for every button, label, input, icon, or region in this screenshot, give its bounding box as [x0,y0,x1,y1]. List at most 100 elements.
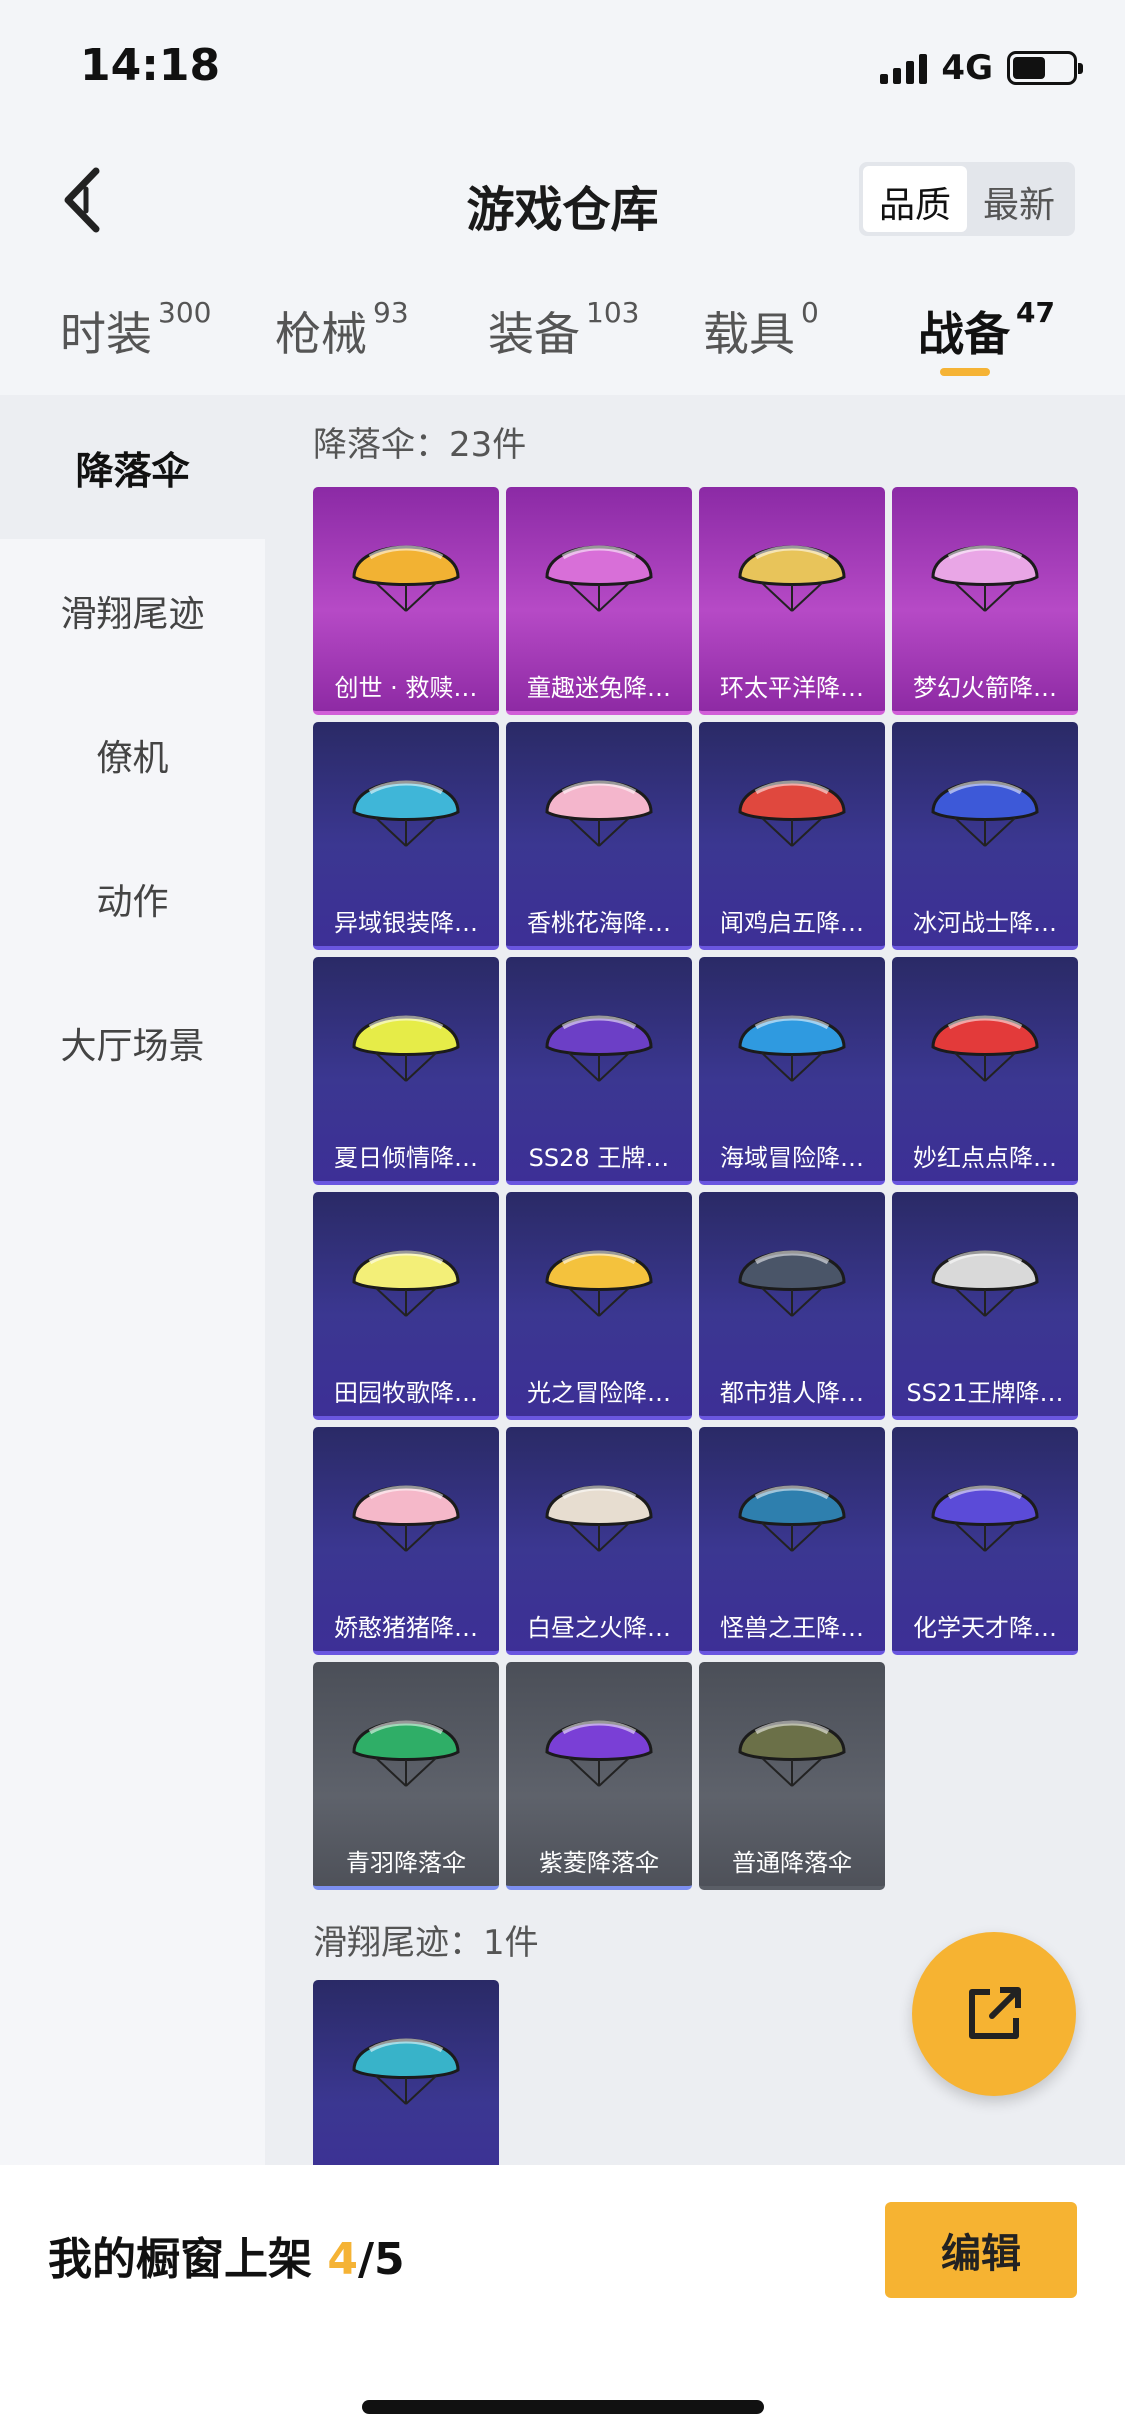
item-card[interactable]: 青羽降落伞 [313,1662,499,1890]
item-name: 冰河战士降… [913,909,1057,937]
item-card[interactable]: SS21王牌降… [892,1192,1078,1420]
parachute-icon [931,1250,1039,1317]
sidebar-item-emote[interactable]: 动作 [0,827,265,971]
showcase-total: /5 [357,2234,405,2285]
sidebar-item-wingman[interactable]: 僚机 [0,683,265,827]
parachute-icon [738,1720,846,1787]
parachute-icon [931,1485,1039,1552]
category-tabs: 时装 300 枪械 93 装备 103 载具 0 战备 47 [0,270,1125,395]
tab-label: 载具 [703,307,795,361]
tab-equipment[interactable]: 装备 103 [488,296,640,364]
item-card[interactable]: 怪兽之王降… [699,1427,885,1655]
parachute-icon [738,780,846,847]
item-card[interactable]: 都市猎人降… [699,1192,885,1420]
tab-label: 时装 [60,307,152,361]
showcase-count: 4 [327,2234,358,2285]
sidebar-item-parachute[interactable]: 降落伞 [0,395,265,539]
parachute-icon [352,780,460,847]
tab-label: 战备 [918,307,1010,361]
network-type: 4G [941,48,993,88]
item-card[interactable]: 创世 · 救赎… [313,487,499,715]
tab-fashion[interactable]: 时装 300 [60,296,212,364]
battery-icon [1007,51,1083,85]
sidebar-item-glide-trail[interactable]: 滑翔尾迹 [0,539,265,683]
parachute-icon [352,2038,460,2105]
parachute-icon [352,1720,460,1787]
item-card[interactable]: 环太平洋降… [699,487,885,715]
item-name: SS21王牌降… [906,1379,1064,1407]
item-name: 化学天才降… [913,1614,1057,1642]
item-card[interactable]: SS28 王牌… [506,957,692,1185]
item-name: 闻鸡启五降… [720,909,864,937]
item-name: 夏日倾情降… [334,1144,478,1172]
item-card[interactable]: 妙红点点降… [892,957,1078,1185]
status-time: 14:18 [80,40,221,91]
item-card[interactable]: 夏日倾情降… [313,957,499,1185]
parachute-icon [738,1485,846,1552]
parachute-grid: 创世 · 救赎… 童趣迷兔降… 环太平洋降… 梦幻火箭降… 异域银装降… 香桃花海降… 闻鸡… [313,487,1078,1890]
item-name: 香桃花海降… [527,909,671,937]
sidebar-item-lobby-scene[interactable]: 大厅场景 [0,971,265,1115]
tab-weapons[interactable]: 枪械 93 [275,296,409,364]
parachute-icon [545,1485,653,1552]
parachute-icon [352,1015,460,1082]
item-card[interactable]: 童趣迷兔降… [506,487,692,715]
status-bar: 14:18 4G [0,0,1125,130]
tab-count: 93 [373,296,409,329]
tab-vehicles[interactable]: 载具 0 [703,296,819,364]
bottom-bar: 我的橱窗上架 4/5 编辑 [0,2165,1125,2436]
parachute-icon [545,1720,653,1787]
item-name: 紫菱降落伞 [539,1849,659,1877]
parachute-icon [738,1015,846,1082]
parachute-icon [931,1015,1039,1082]
item-card[interactable]: 娇憨猪猪降… [313,1427,499,1655]
active-tab-indicator [940,368,990,376]
item-card[interactable] [313,1980,499,2165]
sidebar: 降落伞 滑翔尾迹 僚机 动作 大厅场景 [0,395,265,2165]
item-name: 异域银装降… [334,909,478,937]
parachute-icon [545,780,653,847]
item-name: 青羽降落伞 [346,1849,466,1877]
item-card[interactable]: 海域冒险降… [699,957,885,1185]
item-card[interactable]: 田园牧歌降… [313,1192,499,1420]
item-card[interactable]: 紫菱降落伞 [506,1662,692,1890]
parachute-icon [545,1250,653,1317]
sort-toggle: 品质 最新 [858,162,1075,236]
edit-button[interactable]: 编辑 [885,2202,1077,2298]
signal-icon [880,52,928,84]
item-card[interactable]: 普通降落伞 [699,1662,885,1890]
item-name: 都市猎人降… [720,1379,864,1407]
tab-count: 103 [586,296,640,329]
parachute-icon [738,545,846,612]
item-list: 降落伞：23件 创世 · 救赎… 童趣迷兔降… 环太平洋降… 梦幻火箭降… 异域银装降…… [265,395,1125,2165]
tab-count: 47 [1016,296,1055,329]
parachute-icon [931,545,1039,612]
home-indicator [362,2400,764,2414]
item-name: 白昼之火降… [527,1614,671,1642]
sort-quality-button[interactable]: 品质 [862,166,967,232]
item-name: SS28 王牌… [528,1144,670,1172]
tab-count: 300 [158,296,212,329]
item-name: 妙红点点降… [913,1144,1057,1172]
header: 游戏仓库 品质 最新 [0,130,1125,270]
item-card[interactable]: 冰河战士降… [892,722,1078,950]
showcase-label: 我的橱窗上架 [48,2234,312,2285]
tab-battle-gear[interactable]: 战备 47 [918,296,1055,364]
tab-label: 装备 [488,307,580,361]
item-card[interactable]: 梦幻火箭降… [892,487,1078,715]
item-name: 海域冒险降… [720,1144,864,1172]
item-card[interactable]: 异域银装降… [313,722,499,950]
item-name: 光之冒险降… [527,1379,671,1407]
item-card[interactable]: 化学天才降… [892,1427,1078,1655]
parachute-icon [931,780,1039,847]
item-card[interactable]: 香桃花海降… [506,722,692,950]
sort-newest-button[interactable]: 最新 [967,166,1071,232]
item-card[interactable]: 白昼之火降… [506,1427,692,1655]
status-indicators: 4G [880,48,1083,88]
item-card[interactable]: 闻鸡启五降… [699,722,885,950]
item-name: 田园牧歌降… [334,1379,478,1407]
item-name: 创世 · 救赎… [334,674,478,702]
item-name: 娇憨猪猪降… [334,1614,478,1642]
item-card[interactable]: 光之冒险降… [506,1192,692,1420]
share-button[interactable] [912,1932,1076,2096]
